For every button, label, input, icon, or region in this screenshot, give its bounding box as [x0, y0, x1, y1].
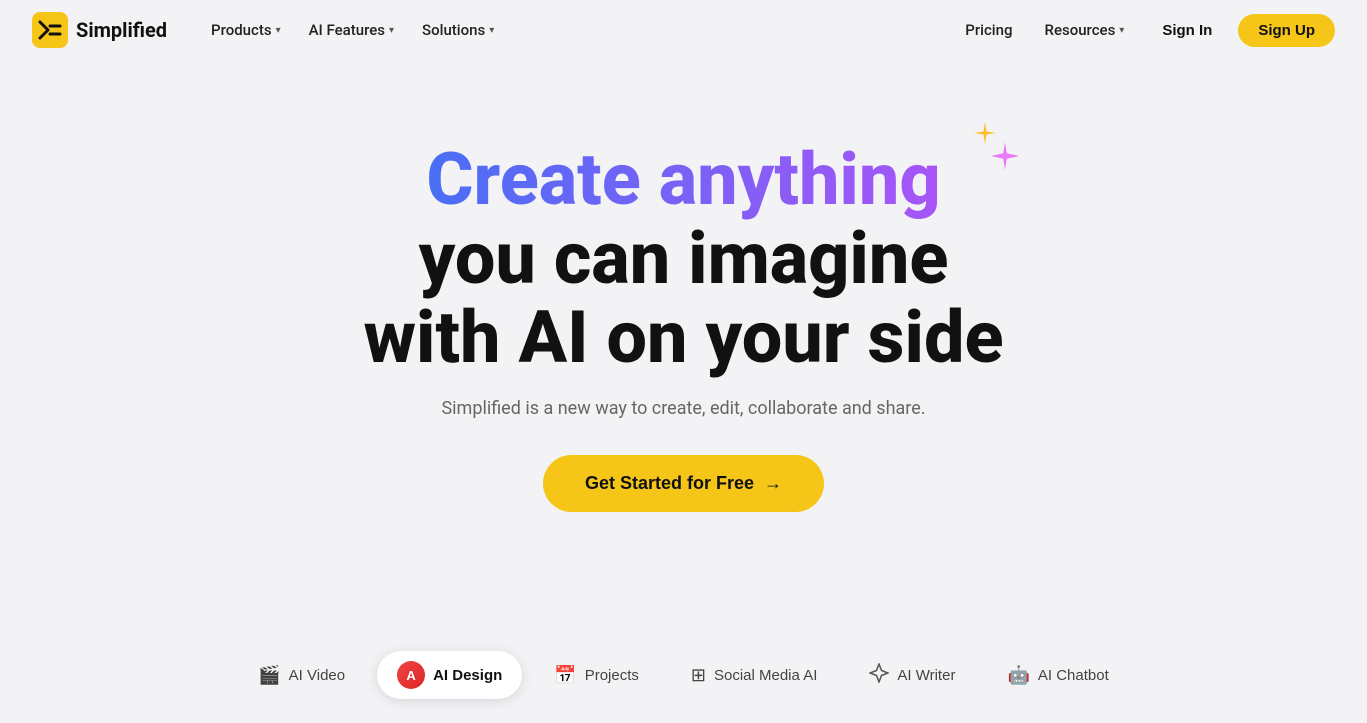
projects-icon: 📅	[554, 665, 576, 686]
nav-resources[interactable]: Resources ▾	[1033, 15, 1137, 45]
navbar: Simplified Products ▾ AI Features ▾ Solu…	[0, 0, 1367, 60]
tab-ai-writer[interactable]: AI Writer	[849, 653, 975, 698]
nav-ai-features[interactable]: AI Features ▾	[297, 15, 406, 45]
nav-solutions[interactable]: Solutions ▾	[410, 15, 506, 45]
logo-icon	[32, 12, 68, 48]
hero-title-gradient: Create anything	[426, 137, 940, 222]
chevron-down-icon: ▾	[389, 25, 394, 36]
hero-title: Create anything you can imagine with AI …	[363, 140, 1003, 378]
tab-ai-chatbot[interactable]: 🤖 AI Chatbot	[987, 655, 1128, 696]
logo-text: Simplified	[76, 18, 167, 42]
sparkle-yellow-icon	[974, 122, 996, 144]
tab-projects[interactable]: 📅 Projects	[534, 655, 659, 696]
social-icon: ⊞	[691, 665, 706, 686]
nav-right-items: Pricing Resources ▾ Sign In Sign Up	[953, 14, 1335, 47]
chevron-down-icon: ▾	[276, 25, 281, 36]
arrow-right-icon: →	[764, 473, 782, 494]
nav-products[interactable]: Products ▾	[199, 15, 293, 45]
signup-button[interactable]: Sign Up	[1238, 14, 1335, 47]
tab-ai-design[interactable]: A AI Design	[377, 651, 522, 699]
chatbot-icon: 🤖	[1007, 665, 1029, 686]
design-icon: A	[397, 661, 425, 689]
signin-button[interactable]: Sign In	[1144, 15, 1230, 46]
chevron-down-icon: ▾	[1119, 25, 1124, 36]
logo-link[interactable]: Simplified	[32, 12, 167, 48]
nav-pricing[interactable]: Pricing	[953, 15, 1024, 45]
tab-ai-video[interactable]: 🎬 AI Video	[238, 655, 365, 696]
writer-icon	[869, 663, 889, 688]
sparkle-pink-icon	[991, 142, 1019, 170]
hero-section: Create anything you can imagine with AI …	[0, 60, 1367, 572]
video-icon: 🎬	[258, 665, 280, 686]
cta-button[interactable]: Get Started for Free →	[543, 455, 824, 512]
nav-left-items: Products ▾ AI Features ▾ Solutions ▾	[199, 15, 506, 45]
tab-social-media-ai[interactable]: ⊞ Social Media AI	[671, 655, 837, 696]
feature-tabs: 🎬 AI Video A AI Design 📅 Projects ⊞ Soci…	[0, 627, 1367, 723]
hero-subtitle: Simplified is a new way to create, edit,…	[441, 398, 925, 419]
hero-title-line3: with AI on your side	[363, 295, 1003, 380]
chevron-down-icon: ▾	[489, 25, 494, 36]
hero-title-line2: you can imagine	[419, 216, 949, 301]
